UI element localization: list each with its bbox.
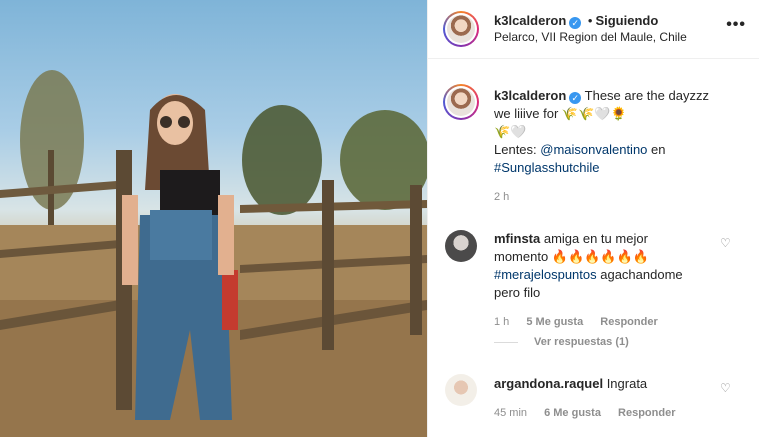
comment-username[interactable]: argandona.raquel bbox=[494, 376, 603, 391]
author-username[interactable]: k3lcalderon bbox=[494, 13, 566, 28]
caption-avatar[interactable] bbox=[443, 84, 479, 120]
comment-hashtag-link[interactable]: #merajelospuntos bbox=[494, 267, 597, 282]
heart-icon[interactable]: ♡ bbox=[720, 381, 732, 395]
comment-meta: 45 min 6 Me gusta Responder bbox=[494, 407, 689, 419]
reply-button[interactable]: Responder bbox=[618, 407, 675, 419]
comment-username[interactable]: mfinsta bbox=[494, 231, 540, 246]
heart-icon[interactable]: ♡ bbox=[720, 236, 732, 250]
comment-text: argandona.raquel Ingrata bbox=[494, 375, 714, 393]
caption-line2: we liiive for 🌾🌾🤍🌻 bbox=[494, 106, 627, 121]
more-options-icon[interactable]: ••• bbox=[726, 16, 746, 34]
verified-icon: ✓ bbox=[569, 92, 582, 104]
replies-divider bbox=[494, 341, 518, 343]
author-line: k3lcalderon ✓ • Siguiendo bbox=[494, 13, 658, 29]
caption-line3: 🌾🤍 bbox=[494, 124, 527, 139]
caption-line1: These are the dayzzz bbox=[584, 88, 709, 103]
comment-likes[interactable]: 5 Me gusta bbox=[526, 316, 583, 328]
post-location[interactable]: Pelarco, VII Region del Maule, Chile bbox=[494, 30, 687, 44]
comment-avatar[interactable] bbox=[445, 374, 477, 406]
view-replies-label: Ver respuestas (1) bbox=[534, 336, 629, 348]
comment-text-part: amiga en tu mejor bbox=[540, 231, 648, 246]
comment-text-part: momento 🔥🔥🔥🔥🔥🔥 bbox=[494, 249, 649, 264]
comment-text-part: pero filo bbox=[494, 285, 541, 300]
comment-avatar[interactable] bbox=[445, 230, 477, 262]
reply-button[interactable]: Responder bbox=[600, 316, 657, 328]
comment-text: mfinsta amiga en tu mejor momento 🔥🔥🔥🔥🔥🔥… bbox=[494, 230, 714, 302]
comment-likes[interactable]: 6 Me gusta bbox=[544, 407, 601, 419]
hashtag-link[interactable]: #Sunglasshutchile bbox=[494, 160, 600, 175]
post-photo[interactable] bbox=[0, 0, 427, 437]
post-sidebar: k3lcalderon ✓ • Siguiendo Pelarco, VII Reg… bbox=[427, 0, 759, 437]
follow-status-button[interactable]: Siguiendo bbox=[595, 13, 658, 28]
comment-meta: 1 h 5 Me gusta Responder bbox=[494, 316, 672, 328]
mention-suffix: en bbox=[647, 142, 666, 157]
caption-username[interactable]: k3lcalderon bbox=[494, 88, 566, 103]
view-replies-button[interactable]: Ver respuestas (1) bbox=[494, 336, 629, 348]
author-avatar[interactable] bbox=[443, 11, 479, 47]
lentes-label: Lentes: bbox=[494, 142, 541, 157]
mention-link[interactable]: @maisonvalentino bbox=[540, 142, 647, 157]
verified-icon: ✓ bbox=[569, 17, 582, 29]
comment-text-part: Ingrata bbox=[603, 376, 648, 391]
separator-dot: • bbox=[587, 13, 593, 28]
comment-time[interactable]: 45 min bbox=[494, 407, 527, 419]
caption-text: k3lcalderon ✓ These are the dayzzz we lii… bbox=[494, 87, 744, 177]
comment-text-part: agachandome bbox=[596, 267, 683, 282]
comment-time[interactable]: 1 h bbox=[494, 316, 509, 328]
photo-illustration bbox=[0, 70, 427, 437]
caption-timestamp[interactable]: 2 h bbox=[494, 191, 509, 203]
post-header: k3lcalderon ✓ • Siguiendo Pelarco, VII Reg… bbox=[428, 0, 759, 59]
